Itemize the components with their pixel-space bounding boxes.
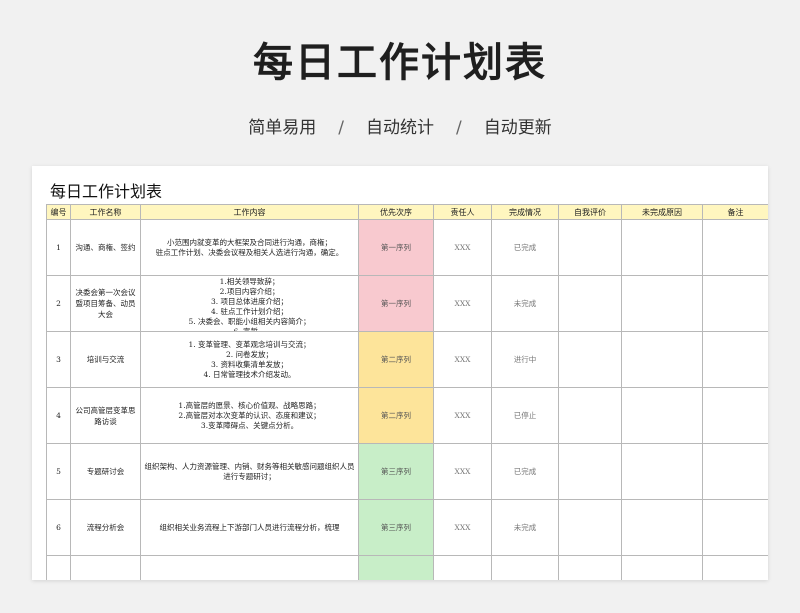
cell-self-review[interactable] xyxy=(558,331,622,388)
cell-reason[interactable] xyxy=(621,219,703,276)
cell-reason[interactable] xyxy=(621,275,703,332)
cell-owner[interactable]: XXX xyxy=(433,331,492,388)
column-header-reason: 未完成原因 xyxy=(621,204,703,220)
cell-reason[interactable] xyxy=(621,443,703,500)
cell-content-text: 1.高管层的愿景、核心价值观、战略思路； 2.高管层对本次变革的认识、态度和建议… xyxy=(178,400,321,430)
cell-content-text: 组织相关业务流程上下游部门人员进行流程分析，梳理 xyxy=(159,522,340,532)
cell-remark[interactable] xyxy=(702,331,768,388)
cell-priority[interactable]: 第三序列 xyxy=(358,499,434,556)
cell-no[interactable]: 2 xyxy=(46,275,71,332)
cell-status[interactable]: 已完成 xyxy=(491,443,559,500)
feature-tag: 简单易用 xyxy=(248,118,317,138)
page-title: 每日工作计划表 xyxy=(253,40,547,86)
cell-priority[interactable]: 第一序列 xyxy=(358,219,434,276)
cell-name[interactable]: 流程分析会 xyxy=(70,499,141,556)
cell-name[interactable]: 公司高管层变革思路访谈 xyxy=(70,387,141,444)
cell-content-text: 1. 变革管理、变革观念培训与交流； 2. 问卷发放； 3. 资料收集清单发放；… xyxy=(188,339,311,379)
table-row: 3 培训与交流 1. 变革管理、变革观念培训与交流； 2. 问卷发放； 3. 资… xyxy=(46,331,768,388)
cell-owner[interactable]: XXX xyxy=(433,387,492,444)
cell-no[interactable]: 4 xyxy=(46,387,71,444)
column-header-self-review: 自我评价 xyxy=(558,204,622,220)
table-row: 2 决委会第一次会议暨项目筹备、动员大会 1.相关领导致辞； 2.项目内容介绍；… xyxy=(46,275,768,332)
sheet-title: 每日工作计划表 xyxy=(50,182,163,201)
cell-remark[interactable] xyxy=(702,499,768,556)
tag-separator: / xyxy=(456,118,462,138)
cell-content-text: 组织架构、人力资源管理、内销、财务等相关敏感问题组织人员进行专题研讨； xyxy=(144,461,355,481)
feature-tags: 简单易用 / 自动统计 / 自动更新 xyxy=(0,113,800,138)
cell-status[interactable]: 未完成 xyxy=(491,275,559,332)
column-header-remark: 备注 xyxy=(702,204,768,220)
cell-reason[interactable] xyxy=(621,331,703,388)
cell-name[interactable]: 沟通、商権、签约 xyxy=(70,219,141,276)
table-row: 4 公司高管层变革思路访谈 1.高管层的愿景、核心价值观、战略思路； 2.高管层… xyxy=(46,387,768,444)
cell-self-review[interactable] xyxy=(558,387,622,444)
cell-remark[interactable] xyxy=(702,443,768,500)
column-header-priority: 优先次序 xyxy=(358,204,434,220)
cell-status[interactable]: 进行中 xyxy=(491,331,559,388)
cell-no[interactable]: 5 xyxy=(46,443,71,500)
cell-remark[interactable] xyxy=(702,555,768,580)
cell-priority[interactable]: 第二序列 xyxy=(358,331,434,388)
feature-tag: 自动更新 xyxy=(483,118,552,138)
cell-name[interactable] xyxy=(70,555,141,580)
cell-owner[interactable]: XXX xyxy=(433,275,492,332)
plan-table: 编号 工作名称 工作内容 优先次序 责任人 完成情况 自我评价 未完成原因 备注… xyxy=(46,204,768,580)
cell-content[interactable]: 小范围内就变革的大框架及合同进行沟通，商権； 驻点工作计划、决委会议程及相关人选… xyxy=(140,219,359,276)
cell-no[interactable] xyxy=(46,555,71,580)
cell-self-review[interactable] xyxy=(558,555,622,580)
cell-no[interactable]: 1 xyxy=(46,219,71,276)
cell-status[interactable] xyxy=(491,555,559,580)
cell-remark[interactable] xyxy=(702,219,768,276)
cell-reason[interactable] xyxy=(621,555,703,580)
cell-content[interactable]: 组织架构、人力资源管理、内销、财务等相关敏感问题组织人员进行专题研讨； xyxy=(140,443,359,500)
cell-status[interactable]: 已停止 xyxy=(491,387,559,444)
table-row: 1 沟通、商権、签约 小范围内就变革的大框架及合同进行沟通，商権； 驻点工作计划… xyxy=(46,219,768,276)
cell-content-text: 小范围内就变革的大框架及合同进行沟通，商権； 驻点工作计划、决委会议程及相关人选… xyxy=(155,237,344,257)
cell-reason[interactable] xyxy=(621,499,703,556)
tag-separator: / xyxy=(338,118,344,138)
cell-remark[interactable] xyxy=(702,387,768,444)
cell-name[interactable]: 培训与交流 xyxy=(70,331,141,388)
cell-content[interactable]: 1. 变革管理、变革观念培训与交流； 2. 问卷发放； 3. 资料收集清单发放；… xyxy=(140,331,359,388)
cell-owner[interactable]: XXX xyxy=(433,499,492,556)
cell-self-review[interactable] xyxy=(558,219,622,276)
cell-owner[interactable]: XXX xyxy=(433,219,492,276)
cell-name[interactable]: 决委会第一次会议暨项目筹备、动员大会 xyxy=(70,275,141,332)
feature-tag: 自动统计 xyxy=(366,118,434,138)
cell-status[interactable]: 已完成 xyxy=(491,219,559,276)
cell-priority[interactable]: 第一序列 xyxy=(358,275,434,332)
cell-name[interactable]: 专题研讨会 xyxy=(70,443,141,500)
cell-no[interactable]: 6 xyxy=(46,499,71,556)
cell-content[interactable]: 1.相关领导致辞； 2.项目内容介绍； 3. 项目总体进度介绍； 4. 驻点工作… xyxy=(140,275,359,332)
column-header-no: 编号 xyxy=(46,204,71,220)
column-header-name: 工作名称 xyxy=(70,204,141,220)
column-header-content: 工作内容 xyxy=(140,204,359,220)
cell-priority[interactable] xyxy=(358,555,434,580)
cell-priority[interactable]: 第二序列 xyxy=(358,387,434,444)
cell-self-review[interactable] xyxy=(558,275,622,332)
column-header-owner: 责任人 xyxy=(433,204,492,220)
cell-self-review[interactable] xyxy=(558,443,622,500)
cell-content-text: 1.相关领导致辞； 2.项目内容介绍； 3. 项目总体进度介绍； 4. 驻点工作… xyxy=(188,276,311,331)
table-row: 6 流程分析会 组织相关业务流程上下游部门人员进行流程分析，梳理 第三序列 XX… xyxy=(46,499,768,556)
cell-reason[interactable] xyxy=(621,387,703,444)
cell-priority[interactable]: 第三序列 xyxy=(358,443,434,500)
cell-status[interactable]: 未完成 xyxy=(491,499,559,556)
cell-content[interactable]: 1.高管层的愿景、核心价值观、战略思路； 2.高管层对本次变革的认识、态度和建议… xyxy=(140,387,359,444)
column-header-status: 完成情况 xyxy=(491,204,559,220)
cell-content[interactable]: 组织相关业务流程上下游部门人员进行流程分析，梳理 xyxy=(140,499,359,556)
table-row xyxy=(46,555,768,580)
spreadsheet-preview: 每日工作计划表 编号 工作名称 工作内容 优先次序 责任人 完成情况 自我评价 … xyxy=(32,166,768,580)
cell-no[interactable]: 3 xyxy=(46,331,71,388)
cell-owner[interactable]: XXX xyxy=(433,443,492,500)
cell-remark[interactable] xyxy=(702,275,768,332)
table-row: 5 专题研讨会 组织架构、人力资源管理、内销、财务等相关敏感问题组织人员进行专题… xyxy=(46,443,768,500)
cell-content[interactable] xyxy=(140,555,359,580)
cell-owner[interactable] xyxy=(433,555,492,580)
table-header-row: 编号 工作名称 工作内容 优先次序 责任人 完成情况 自我评价 未完成原因 备注 xyxy=(46,204,768,220)
cell-self-review[interactable] xyxy=(558,499,622,556)
